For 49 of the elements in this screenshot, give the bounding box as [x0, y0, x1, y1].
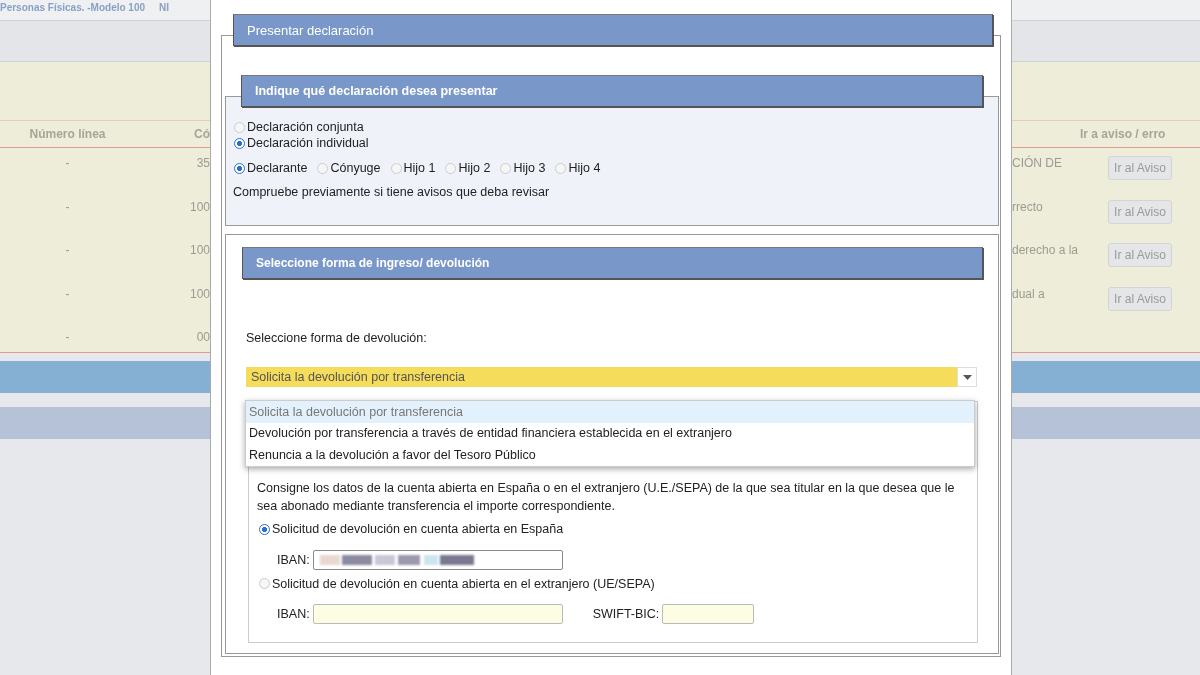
table-cell-text: -: [64, 329, 71, 344]
dropdown-option[interactable]: Solicita la devolución por transferencia: [246, 401, 974, 423]
column-header: Có: [193, 127, 210, 141]
radio-label[interactable]: Hijo 2: [458, 160, 491, 176]
refund-method-select[interactable]: Solicita la devolución por transferencia: [246, 367, 977, 387]
radio-label[interactable]: Solicitud de devolución en cuenta abierta en el extranjero (UE/SEPA): [272, 575, 655, 592]
section-header: Seleccione forma de ingreso/ devolución: [242, 247, 983, 279]
dropdown-option[interactable]: Renuncia a la devolución a favor del Tesoro Público: [246, 444, 974, 466]
table-cell-text: 100: [188, 242, 210, 257]
table-cell-text: 35: [195, 155, 210, 170]
section-header: Indique qué declaración desea presentar: [241, 75, 983, 107]
table-cell-text: 100: [188, 285, 210, 301]
radio-label[interactable]: Hijo 1: [403, 160, 436, 176]
table-cell-text: -: [64, 242, 71, 257]
caret-icon: [962, 374, 972, 380]
header-text: NI: [159, 2, 170, 13]
dialog-title: Presentar declaración: [233, 14, 993, 46]
radio-label[interactable]: Declaración individual: [247, 135, 369, 151]
table-cell-text: CIÓN DE: [1012, 154, 1063, 170]
radio-label[interactable]: Cónyuge: [330, 160, 381, 176]
radio-label[interactable]: Declaración conjunta: [247, 119, 364, 135]
table-cell-text: -: [64, 285, 71, 301]
radio-label[interactable]: Declarante: [247, 160, 308, 176]
table-cell-text: -: [64, 155, 71, 170]
radio-label[interactable]: Solicitud de devolución en cuenta abierta en España: [272, 521, 564, 537]
radio-button[interactable]: [259, 523, 270, 535]
iban-field[interactable]: [312, 549, 563, 570]
input-field[interactable]: [312, 604, 563, 624]
field-label: IBAN:: [277, 607, 310, 621]
input-field[interactable]: [662, 604, 755, 624]
table-cell-text: 00: [195, 329, 210, 344]
column-header: Número línea: [28, 127, 107, 141]
radio-label[interactable]: Hijo 3: [513, 160, 546, 176]
table-cell-text: rrecto: [1012, 198, 1044, 214]
radio-button[interactable]: [234, 137, 245, 149]
column-header: Ir a aviso / erro: [1080, 127, 1167, 141]
field-label: Seleccione forma de devolución:: [246, 331, 427, 345]
table-cell-text: dual a: [1012, 285, 1046, 301]
table-cell-text: derecho a la: [1012, 242, 1080, 257]
dropdown-option[interactable]: Devolución por transferencia a través de entidad financiera establecida en el extranjero: [246, 422, 974, 444]
note-text: Compruebe previamente si tiene avisos que deba revisar: [233, 185, 551, 199]
header-text: Personas Físicas. -Modelo 100: [0, 2, 146, 13]
table-cell-text: -: [64, 198, 71, 214]
field-label: IBAN:: [277, 552, 310, 567]
table-cell-text: 100: [188, 198, 210, 214]
radio-label[interactable]: Hijo 4: [568, 160, 601, 176]
field-label: SWIFT-BIC:: [592, 607, 660, 621]
radio-button[interactable]: [234, 162, 245, 174]
instructions-text: Consigne los datos de la cuenta abierta en España o en el extranjero (U.E./SEPA) de la que sea titular en la que desea que le sea abonado mediante transferencia el importe correspondiente.: [257, 480, 956, 515]
